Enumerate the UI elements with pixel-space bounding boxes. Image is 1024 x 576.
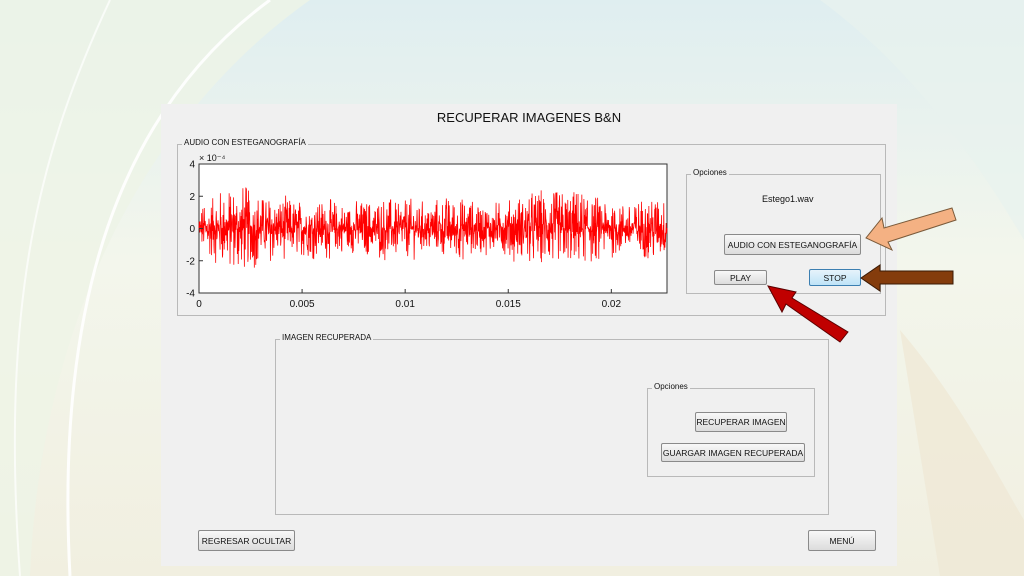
x-tick-label: 0 <box>196 299 202 310</box>
save-recovered-image-button[interactable]: GUARGAR IMAGEN RECUPERADA <box>661 443 805 462</box>
y-tick-label: -2 <box>186 256 195 267</box>
recovered-image-panel: IMAGEN RECUPERADA Opciones RECUPERAR IMA… <box>275 333 829 515</box>
audio-file-name: Estego1.wav <box>762 194 814 204</box>
y-tick-label: 2 <box>189 192 195 203</box>
x-tick-label: 0.005 <box>290 299 315 310</box>
audio-options-panel: Opciones Estego1.wav AUDIO CON ESTEGANOG… <box>686 168 881 294</box>
back-hide-button[interactable]: REGRESAR OCULTAR <box>198 530 295 551</box>
audio-with-steganography-button[interactable]: AUDIO CON ESTEGANOGRAFÍA <box>724 234 861 255</box>
audio-waveform-chart: 0 0.005 0.01 0.015 0.02 4 2 0 -2 -4 × 10⁻⁴ <box>186 153 668 310</box>
image-options-label: Opciones <box>652 382 690 391</box>
x-tick-label: 0.02 <box>602 299 622 310</box>
y-tick-label: -4 <box>186 289 195 300</box>
recover-image-button[interactable]: RECUPERAR IMAGEN <box>695 412 787 432</box>
x-tick-label: 0.01 <box>395 299 415 310</box>
audio-options-label: Opciones <box>691 168 729 177</box>
arrow-to-stop-button <box>860 264 954 292</box>
play-button[interactable]: PLAY <box>714 270 767 285</box>
y-tick-label: 4 <box>189 160 195 171</box>
menu-button[interactable]: MENÚ <box>808 530 876 551</box>
audio-panel-label: AUDIO CON ESTEGANOGRAFÍA <box>182 138 308 147</box>
y-tick-label: 0 <box>189 224 195 235</box>
arrow-to-audio-button <box>865 207 957 252</box>
recovered-image-label: IMAGEN RECUPERADA <box>280 333 374 342</box>
arrow-to-play-button <box>767 285 849 343</box>
image-options-panel: Opciones RECUPERAR IMAGEN GUARGAR IMAGEN… <box>647 382 815 477</box>
x-tick-label: 0.015 <box>496 299 521 310</box>
window-title: RECUPERAR IMAGENES B&N <box>436 110 622 125</box>
y-exponent-label: × 10⁻⁴ <box>199 153 226 163</box>
